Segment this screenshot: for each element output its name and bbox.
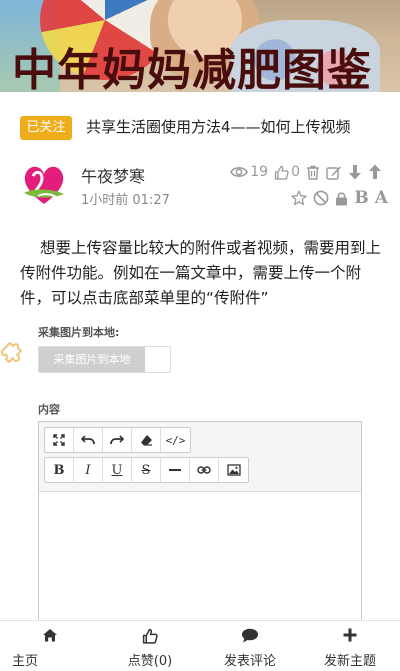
post-time: 1小时前 01:27 bbox=[81, 193, 170, 208]
fullscreen-icon bbox=[53, 434, 65, 446]
banner-image: 中年妈妈减肥图鉴 bbox=[0, 0, 400, 92]
nav-new-topic-label: 发新主题 bbox=[323, 654, 376, 669]
arrow-down-icon[interactable] bbox=[348, 164, 362, 180]
horizontal-rule-button[interactable] bbox=[161, 458, 190, 482]
topic-title: 共享生活圈使用方法4——如何上传视频 bbox=[86, 118, 351, 136]
nav-like[interactable]: 点赞(0) bbox=[100, 621, 200, 671]
fullscreen-button[interactable] bbox=[45, 428, 74, 452]
undo-icon bbox=[81, 435, 95, 445]
nav-comment[interactable]: 发表评论 bbox=[200, 621, 300, 671]
eye-icon bbox=[230, 167, 249, 177]
toolbar-group-2: B I U S bbox=[44, 457, 249, 483]
trash-icon[interactable] bbox=[306, 165, 320, 180]
nav-like-label: 点赞(0) bbox=[127, 654, 173, 669]
star-icon[interactable] bbox=[291, 190, 308, 206]
view-count: 19 bbox=[230, 164, 268, 180]
collect-images-toggle[interactable]: 采集图片到本地 bbox=[38, 346, 171, 373]
nav-home-label: 主页 bbox=[11, 654, 38, 669]
bottom-navigation: 主页 点赞(0) 发表评论 发新主题 bbox=[0, 620, 400, 671]
nav-comment-label: 发表评论 bbox=[223, 654, 276, 669]
like-count[interactable]: 0 bbox=[274, 164, 300, 180]
edit-icon[interactable] bbox=[326, 165, 342, 180]
author-name[interactable]: 午夜梦寒 bbox=[81, 163, 145, 187]
undo-button[interactable] bbox=[74, 428, 103, 452]
banner-title: 中年妈妈减肥图鉴 bbox=[12, 45, 372, 92]
followed-badge[interactable]: 已关注 bbox=[20, 116, 72, 140]
image-icon bbox=[226, 464, 241, 476]
author-avatar[interactable] bbox=[20, 160, 68, 210]
clear-format-button[interactable] bbox=[132, 428, 161, 452]
content-label: 内容 bbox=[38, 403, 60, 416]
arrow-up-icon[interactable] bbox=[368, 164, 382, 180]
collect-images-label: 采集图片到本地: bbox=[38, 326, 120, 339]
image-button[interactable] bbox=[219, 458, 248, 482]
eraser-icon bbox=[140, 435, 152, 446]
underline-button[interactable]: U bbox=[103, 458, 132, 482]
nav-new-topic[interactable]: 发新主题 bbox=[300, 621, 400, 671]
like-count-value: 0 bbox=[291, 164, 300, 180]
font-decrease-button[interactable]: A bbox=[375, 188, 388, 208]
post-body: 想要上传容量比较大的附件或者视频，需要用到上传附件功能。例如在一篇文章中，需要上… bbox=[20, 239, 382, 307]
redo-icon bbox=[110, 435, 124, 445]
rich-text-editor: </> B I U S bbox=[38, 421, 362, 636]
collect-images-toggle-knob bbox=[145, 347, 170, 372]
redo-button[interactable] bbox=[103, 428, 132, 452]
link-button[interactable] bbox=[190, 458, 219, 482]
editor-content-area[interactable] bbox=[39, 492, 361, 635]
thumbs-up-icon bbox=[274, 165, 289, 180]
lock-icon[interactable] bbox=[335, 191, 348, 206]
italic-button[interactable]: I bbox=[74, 458, 103, 482]
view-count-value: 19 bbox=[250, 164, 269, 180]
puzzle-icon[interactable] bbox=[0, 334, 34, 368]
post-actions: B A bbox=[291, 188, 388, 208]
strikethrough-button[interactable]: S bbox=[132, 458, 161, 482]
link-icon bbox=[197, 466, 211, 474]
horizontal-rule-icon bbox=[169, 469, 181, 471]
toolbar-group-1: </> bbox=[44, 427, 191, 453]
bold-button[interactable]: B bbox=[45, 458, 74, 482]
home-icon bbox=[43, 629, 57, 642]
thumbs-up-icon bbox=[142, 628, 158, 644]
font-increase-button[interactable]: B bbox=[354, 188, 368, 208]
collect-images-toggle-text: 采集图片到本地 bbox=[39, 347, 145, 372]
post-stats: 19 0 bbox=[230, 162, 382, 182]
block-icon[interactable] bbox=[313, 190, 329, 206]
comment-icon bbox=[242, 628, 258, 643]
plus-icon bbox=[343, 628, 357, 642]
code-view-button[interactable]: </> bbox=[161, 428, 190, 452]
editor-toolbar: </> B I U S bbox=[39, 422, 361, 492]
nav-home[interactable]: 主页 bbox=[0, 621, 100, 671]
topic-header: 已关注 共享生活圈使用方法4——如何上传视频 bbox=[0, 112, 400, 142]
